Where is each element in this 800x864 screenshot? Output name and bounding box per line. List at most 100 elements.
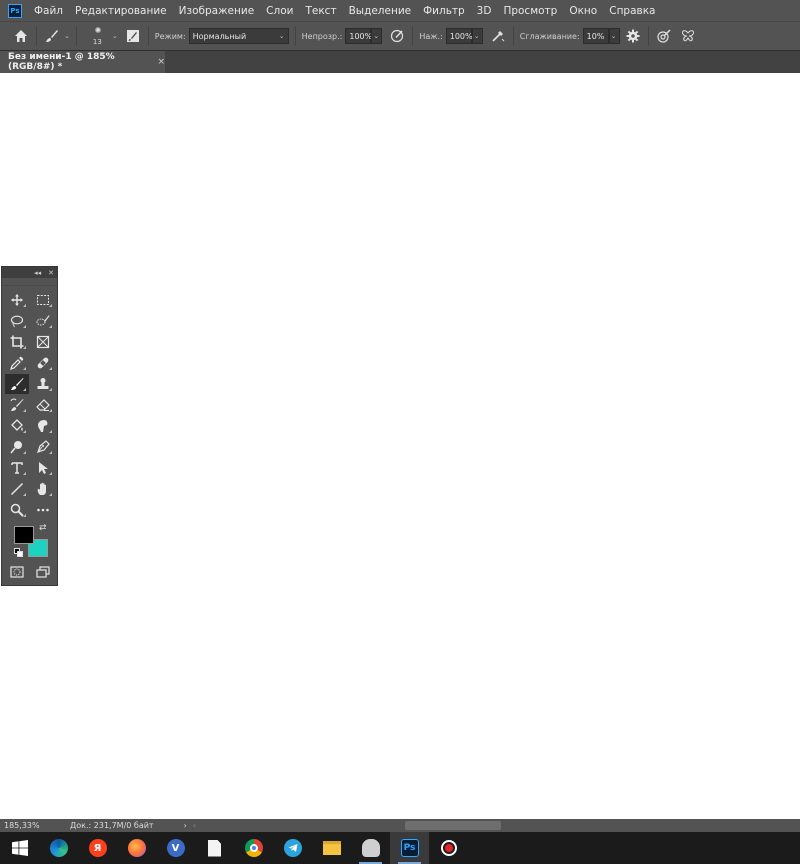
menu-select[interactable]: Выделение [343,5,418,17]
viber-taskbar-button[interactable]: V [156,832,195,864]
photoshop-logo[interactable]: Ps [8,3,22,18]
status-menu-arrow-icon[interactable]: › [184,821,187,830]
explorer-taskbar-button[interactable] [312,832,351,864]
menu-3d[interactable]: 3D [471,5,498,17]
menu-layers[interactable]: Слои [260,5,299,17]
dodge-tool-icon[interactable] [5,437,29,457]
blend-mode-value: Нормальный [192,31,247,41]
flow-dropdown[interactable]: ⌄ [471,28,483,44]
folder-icon [322,841,341,855]
smudge-tool-icon[interactable] [31,416,55,436]
tools-panel-grip[interactable] [2,278,57,286]
eyedropper-tool-icon[interactable] [5,353,29,373]
separator [294,26,296,46]
more-tools-icon[interactable] [31,500,55,520]
flow-input[interactable]: 100% [445,28,473,44]
windows-taskbar: Я V Ps [0,832,800,864]
separator [36,26,37,46]
close-icon[interactable]: × [157,57,165,67]
chevron-down-icon: ⌄ [373,32,380,40]
smoothing-value: 10% [586,31,605,41]
tools-panel-header: ◂◂ ✕ [2,267,57,278]
lasso-tool-icon[interactable] [5,311,29,331]
chrome-taskbar-button[interactable] [234,832,273,864]
healing-brush-tool-icon[interactable] [31,353,55,373]
clone-stamp-tool-icon[interactable] [31,374,55,394]
firefox-icon [127,839,146,857]
crop-tool-icon[interactable] [5,332,29,352]
separator [412,26,414,46]
home-icon[interactable] [12,27,30,45]
pressure-label: Наж.: [419,31,443,41]
chevron-down-icon[interactable]: ⌄ [112,32,118,40]
brush-tool-preset-icon[interactable] [43,27,61,45]
eraser-tool-icon[interactable] [31,395,55,415]
record-icon [440,840,457,856]
brush-preset-picker[interactable]: 13 [87,25,109,47]
collapse-panel-icon[interactable]: ◂◂ [34,269,41,277]
menu-view[interactable]: Просмотр [497,5,563,17]
pen-tool-icon[interactable] [31,437,55,457]
chevron-down-icon: ⌄ [473,32,480,40]
hand-tool-icon[interactable] [31,479,55,499]
telegram-taskbar-button[interactable] [273,832,312,864]
pressure-opacity-icon[interactable] [388,27,406,45]
menu-filter[interactable]: Фильтр [417,5,471,17]
brush-tip-icon [94,27,101,33]
zoom-tool-icon[interactable] [5,500,29,520]
opacity-input[interactable]: 100% [345,28,372,44]
menu-image[interactable]: Изображение [173,5,261,17]
history-brush-tool-icon[interactable] [5,395,29,415]
horizontal-scrollbar-thumb[interactable] [405,821,501,830]
photoshop-taskbar-button[interactable]: Ps [390,832,429,864]
menu-help[interactable]: Справка [603,5,661,17]
options-bar: ⌄ 13 ⌄ Режим: Нормальный ⌄ Непрозр.: 100… [0,21,800,51]
windows-start-button[interactable] [0,832,39,864]
opacity-label: Непрозр.: [301,31,343,41]
move-tool-icon[interactable] [5,290,29,310]
photoshop-icon: Ps [400,839,419,857]
separator [147,26,149,46]
symmetry-butterfly-icon[interactable] [679,27,697,45]
smoothing-input[interactable]: 10% [582,28,609,44]
foreground-color-swatch[interactable] [14,526,34,544]
brush-tool-icon[interactable] [5,374,29,394]
separator [647,26,649,46]
paint-bucket-tool-icon[interactable] [5,416,29,436]
document-canvas[interactable] [0,73,800,819]
menu-type[interactable]: Текст [299,5,342,17]
yandex-taskbar-button[interactable]: Я [78,832,117,864]
document-tab[interactable]: Без имени-1 @ 185% (RGB/8#) * × [0,51,165,73]
airbrush-icon[interactable] [489,27,507,45]
menu-window[interactable]: Окно [563,5,603,17]
firefox-taskbar-button[interactable] [117,832,156,864]
pressure-size-icon[interactable] [655,27,673,45]
smoothing-dropdown[interactable]: ⌄ [608,28,620,44]
cloud-app-taskbar-button[interactable] [351,832,390,864]
menu-file[interactable]: Файл [28,5,69,17]
document-tab-title: Без имени-1 @ 185% (RGB/8#) * [8,52,115,72]
gear-icon[interactable] [624,27,642,45]
status-bar: 185,33% Док.: 231,7M/0 байт › ‹ [0,819,800,832]
quick-selection-tool-icon[interactable] [31,311,55,331]
scroll-left-icon[interactable]: ‹ [193,821,196,830]
zoom-level[interactable]: 185,33% [0,821,58,830]
type-tool-icon[interactable] [5,458,29,478]
screen-mode-icon[interactable] [31,562,55,582]
default-colors-icon[interactable] [14,548,23,557]
quick-mask-icon[interactable] [5,562,29,582]
blend-mode-select[interactable]: Нормальный ⌄ [188,28,289,44]
opacity-dropdown[interactable]: ⌄ [371,28,383,44]
close-panel-icon[interactable]: ✕ [48,269,54,277]
swap-colors-icon[interactable]: ⇄ [39,523,47,533]
rect-marquee-tool-icon[interactable] [31,290,55,310]
frame-tool-icon[interactable] [31,332,55,352]
file-taskbar-button[interactable] [195,832,234,864]
recorder-taskbar-button[interactable] [429,832,468,864]
chevron-down-icon[interactable]: ⌄ [64,32,70,40]
menu-edit[interactable]: Редактирование [69,5,173,17]
brush-settings-panel-icon[interactable] [124,27,142,45]
line-tool-icon[interactable] [5,479,29,499]
edge-taskbar-button[interactable] [39,832,78,864]
path-selection-tool-icon[interactable] [31,458,55,478]
